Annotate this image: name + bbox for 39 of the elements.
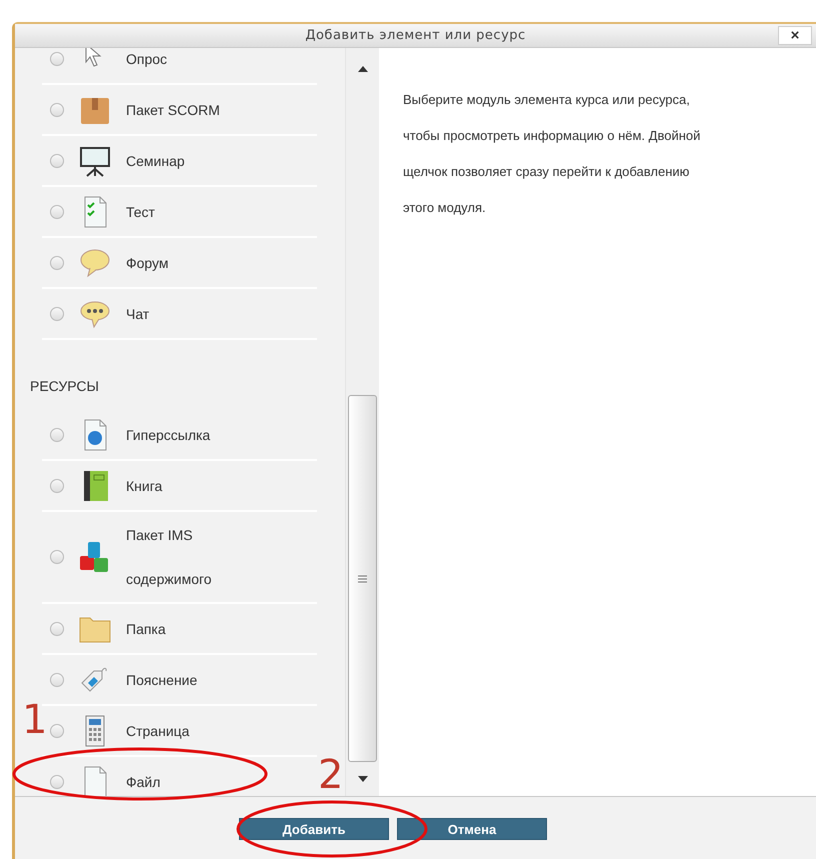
- close-button[interactable]: ×: [778, 26, 812, 45]
- radio-button[interactable]: [50, 672, 64, 686]
- module-label: Файл: [126, 772, 160, 792]
- radio-button[interactable]: [50, 774, 64, 788]
- radio-button[interactable]: [50, 256, 64, 270]
- add-button[interactable]: Добавить: [239, 818, 389, 840]
- radio-button[interactable]: [50, 154, 64, 168]
- radio-button[interactable]: [50, 478, 64, 492]
- module-label: Пояснение: [126, 670, 198, 690]
- radio-button[interactable]: [50, 204, 64, 218]
- radio-button[interactable]: [50, 102, 64, 116]
- module-label: Страница: [126, 722, 190, 741]
- scroll-thumb[interactable]: [348, 395, 377, 762]
- section-heading: РЕСУРСЫ: [30, 377, 100, 396]
- module-label: Книга: [126, 476, 162, 496]
- module-label: Пакет SCORM: [126, 100, 220, 120]
- cancel-button[interactable]: Отмена: [397, 818, 547, 840]
- module-label: Чат: [126, 304, 150, 324]
- module-label: Опрос: [126, 50, 168, 69]
- radio-button[interactable]: [50, 306, 64, 320]
- radio-button[interactable]: [50, 724, 64, 738]
- info-text: Выберите модуль элемента курса или ресурса, чтобы просмотреть информацию о нём. Двойной щелчок позволяет сразу перейти к добавлению этого модуля.: [403, 91, 702, 217]
- dialog-title: Добавить элемент или ресурс: [305, 28, 526, 43]
- scroll-down-arrow-icon[interactable]: [358, 776, 368, 782]
- scrollbar[interactable]: [345, 48, 379, 796]
- radio-button[interactable]: [50, 52, 64, 66]
- module-label: Пакет IMS содержимого: [126, 526, 213, 589]
- radio-button[interactable]: [50, 550, 64, 564]
- module-label: Форум: [126, 254, 169, 273]
- grip-icon: [358, 574, 367, 582]
- module-label: Семинар: [126, 152, 185, 171]
- scroll-up-arrow-icon[interactable]: [358, 66, 368, 72]
- radio-button[interactable]: [50, 622, 64, 636]
- annotation-number: 2: [318, 755, 344, 795]
- module-label: Гиперссылка: [126, 426, 210, 445]
- module-label: Папка: [126, 620, 166, 638]
- radio-button[interactable]: [50, 428, 64, 442]
- module-label: Тест: [126, 202, 155, 222]
- annotation-number: 1: [22, 700, 48, 740]
